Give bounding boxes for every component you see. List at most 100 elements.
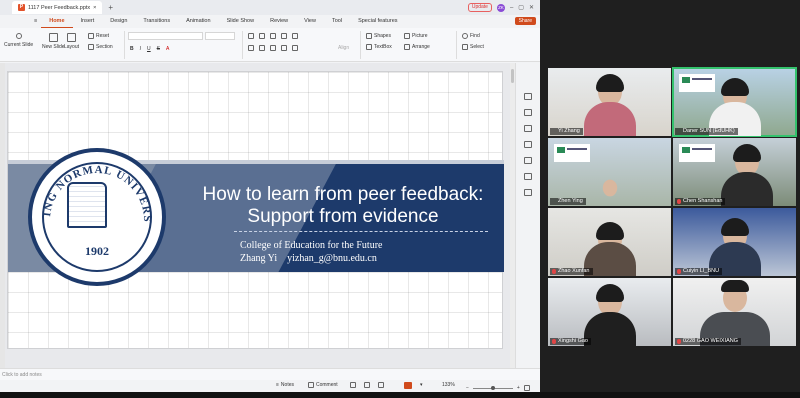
underline-icon[interactable]: U — [147, 46, 151, 52]
section-button[interactable]: Section — [88, 44, 113, 50]
shapes-button[interactable]: Shapes — [366, 33, 391, 39]
bold-icon[interactable]: B — [130, 46, 134, 52]
view-mode-group — [350, 382, 384, 388]
justify-icon[interactable] — [281, 45, 287, 51]
distribute-icon[interactable] — [292, 45, 298, 51]
play-slideshow-button[interactable] — [404, 382, 412, 389]
strikethrough-icon[interactable]: S — [157, 46, 160, 52]
participant-tile[interactable]: Yi Zhang — [548, 68, 671, 136]
comment-button[interactable]: Comment — [308, 382, 338, 388]
new-tab-icon[interactable]: + — [108, 3, 113, 12]
document-tab[interactable]: P 1117 Peer Feedback.pptx × — [12, 1, 103, 14]
picture-button[interactable]: Picture — [404, 33, 428, 39]
participant-tile[interactable]: Cuiyin LI_BNU — [673, 208, 796, 276]
increase-indent-icon[interactable] — [281, 33, 287, 39]
align-center-icon[interactable] — [259, 45, 265, 51]
italic-icon[interactable]: I — [140, 46, 141, 52]
font-family-select[interactable] — [128, 32, 203, 40]
tab-animation[interactable]: Animation — [178, 15, 218, 27]
slide-title[interactable]: How to learn from peer feedback: Support… — [183, 184, 503, 228]
participant-name: Zhen Ying — [558, 198, 583, 204]
participant-video-body — [720, 172, 773, 206]
maximize-icon[interactable]: ▢ — [518, 4, 524, 11]
numbered-list-icon[interactable] — [259, 33, 265, 39]
tab-tool[interactable]: Tool — [324, 15, 350, 27]
tab-slide-show[interactable]: Slide Show — [219, 15, 263, 27]
line-spacing-icon[interactable] — [292, 33, 298, 39]
settings-icon[interactable] — [524, 189, 532, 196]
tab-transitions[interactable]: Transitions — [135, 15, 178, 27]
zoom-slider-knob[interactable] — [490, 385, 495, 390]
tab-special-features[interactable]: Special features — [350, 15, 405, 27]
reset-icon — [88, 33, 94, 39]
select-button[interactable]: Select — [462, 44, 484, 50]
participant-name: Chen Shanshan — [683, 198, 723, 204]
comment-icon — [308, 382, 314, 388]
logo-poster — [679, 144, 715, 162]
font-size-select[interactable] — [205, 32, 235, 40]
normal-view-icon[interactable] — [350, 382, 356, 388]
textbox-icon — [366, 44, 372, 50]
align-button[interactable]: Align — [338, 45, 349, 51]
current-slide[interactable]: BEIJING NORMAL UNIVERSITY 1902 How to le… — [7, 71, 504, 349]
pen-icon[interactable] — [524, 109, 532, 116]
share-button[interactable]: Share — [514, 17, 536, 25]
participant-tile[interactable]: Chen Shanshan — [673, 138, 796, 206]
slide-subtitle[interactable]: College of Education for the Future Zhan… — [240, 239, 382, 265]
participant-name-tag: Chen Shanshan — [675, 198, 726, 205]
crop-icon[interactable] — [524, 125, 532, 132]
participant-tile[interactable]: 0228 GAO WEIXIANG — [673, 278, 796, 346]
tab-design[interactable]: Design — [102, 15, 135, 27]
history-icon[interactable] — [524, 173, 532, 180]
tab-view[interactable]: View — [296, 15, 324, 27]
zoom-slider[interactable] — [472, 385, 513, 390]
transform-icon[interactable] — [524, 141, 532, 148]
presentation-icon: P — [18, 4, 25, 11]
participant-tile[interactable]: Zhen Ying — [548, 138, 671, 206]
new-slide-button[interactable]: New Slide — [42, 33, 65, 50]
reset-button[interactable]: Reset — [88, 33, 109, 39]
tab-review[interactable]: Review — [262, 15, 296, 27]
layout-button[interactable]: Layout — [64, 33, 79, 50]
textbox-button[interactable]: TextBox — [366, 44, 392, 50]
zoom-level[interactable]: 133% — [442, 382, 455, 388]
zoom-out-icon[interactable]: − — [466, 385, 469, 391]
participant-video-hair — [720, 280, 749, 292]
logo-poster — [679, 74, 715, 92]
update-button[interactable]: Update — [467, 3, 492, 12]
seal-year: 1902 — [85, 244, 109, 258]
close-window-icon[interactable]: ✕ — [529, 4, 534, 11]
tab-insert[interactable]: Insert — [73, 15, 103, 27]
participant-name: Zhao Xunfan — [558, 268, 590, 274]
shapes-icon — [366, 33, 372, 39]
select-label: Select — [470, 44, 484, 50]
properties-icon[interactable] — [524, 93, 532, 100]
notes-pane[interactable]: Click to add notes — [0, 368, 540, 380]
tab-home[interactable]: Home — [41, 15, 73, 28]
participant-tile[interactable]: Zhao Xunfan — [548, 208, 671, 276]
reading-view-icon[interactable] — [378, 382, 384, 388]
align-left-icon[interactable] — [248, 45, 254, 51]
decrease-indent-icon[interactable] — [270, 33, 276, 39]
user-avatar[interactable]: ZK — [496, 3, 505, 12]
notes-toggle-button[interactable]: ≡ Notes — [276, 382, 294, 388]
font-color-icon[interactable]: A — [166, 46, 169, 52]
animation-icon[interactable] — [524, 157, 532, 164]
zoom-dropdown[interactable]: ▾ — [420, 382, 423, 388]
current-slide-icon — [15, 33, 22, 39]
menu-file-icon[interactable]: ≡ — [30, 15, 41, 27]
fit-window-icon[interactable] — [523, 385, 530, 391]
bullet-list-icon[interactable] — [248, 33, 254, 39]
participant-tile[interactable]: Xingshi Gao — [548, 278, 671, 346]
align-right-icon[interactable] — [270, 45, 276, 51]
current-slide-button[interactable]: Current Slide — [4, 33, 33, 48]
close-tab-icon[interactable]: × — [93, 5, 96, 11]
minimize-icon[interactable]: – — [510, 5, 513, 11]
arrange-button[interactable]: Arrange — [404, 44, 430, 50]
scrollbar-thumb[interactable] — [511, 69, 514, 83]
participant-tile-active-speaker[interactable]: Daner SUN (EdUHK) — [672, 67, 797, 137]
find-button[interactable]: Find — [462, 33, 480, 39]
participant-video-body — [583, 102, 636, 136]
zoom-in-icon[interactable]: + — [517, 385, 520, 391]
slide-sorter-icon[interactable] — [364, 382, 370, 388]
